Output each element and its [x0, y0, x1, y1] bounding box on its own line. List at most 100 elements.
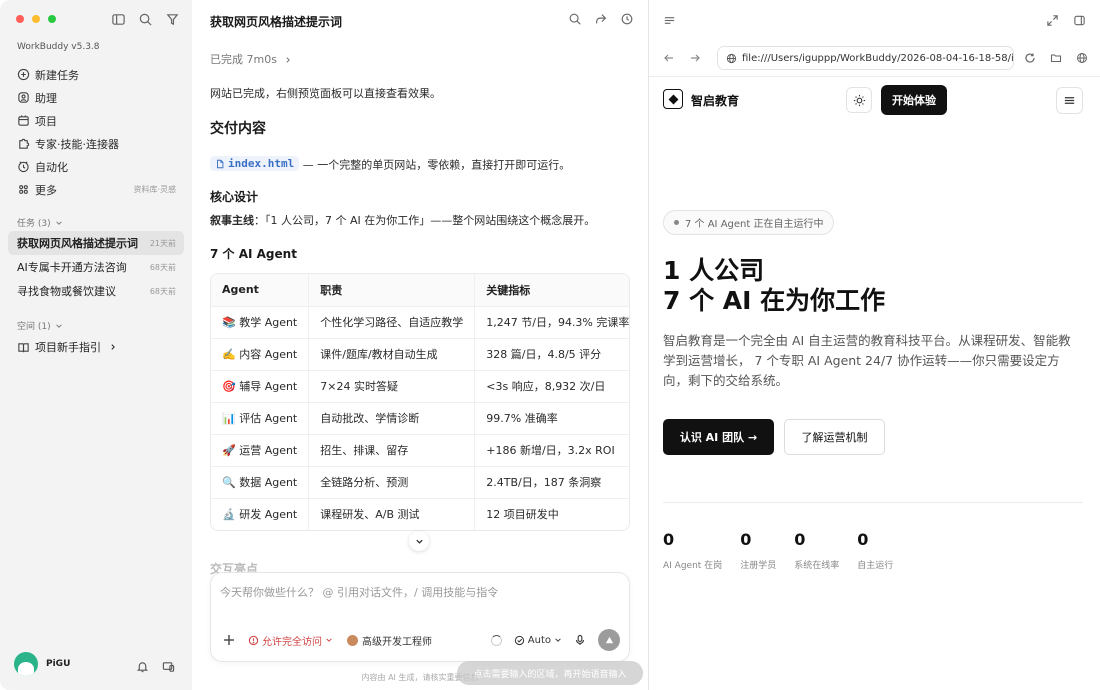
tasks-header[interactable]: 任务 (3): [17, 216, 63, 229]
composer-placeholder[interactable]: 今天帮你做些什么？ @ 引用对话文件，/ 调用技能与指令: [220, 584, 498, 600]
share-icon[interactable]: [594, 12, 608, 26]
learn-operations-button[interactable]: 了解运营机制: [784, 419, 885, 455]
nav-assistant[interactable]: 助理: [8, 86, 184, 109]
assistant-icon: [17, 91, 30, 104]
sidebar-toolbar: [111, 12, 180, 27]
microphone-icon[interactable]: [574, 634, 586, 646]
task-title: 获取网页风格描述提示词: [17, 237, 138, 250]
permission-selector[interactable]: 允许完全访问: [248, 633, 333, 648]
sidebar-nav: 新建任务 助理 项目 专家·技能·连接器 自动化 更多 资料库·灵感: [8, 63, 184, 201]
table-header-row: Agent 职责 关键指标: [211, 274, 629, 307]
table-cell: 7×24 实时答疑: [308, 370, 476, 403]
nav-automation[interactable]: 自动化: [8, 155, 184, 178]
globe-icon[interactable]: [1076, 52, 1088, 64]
table-cell: 全链路分析、预测: [308, 466, 476, 499]
model-label: Auto: [527, 634, 551, 646]
completion-status[interactable]: 已完成 7m0s: [210, 51, 630, 67]
menu-lines-icon[interactable]: [663, 14, 676, 27]
permission-label: 允许完全访问: [262, 636, 322, 648]
hamburger-menu-button[interactable]: [1056, 87, 1083, 114]
task-time: 68天前: [149, 262, 176, 272]
agent-role-label: 高级开发工程师: [362, 636, 432, 648]
task-list: 获取网页风格描述提示词 21天前 AI专属卡开通方法咨询 68天前 寻找食物或餐…: [8, 231, 184, 303]
agent-role-selector[interactable]: 高级开发工程师: [347, 633, 432, 648]
table-cell: ✍️ 内容 Agent: [211, 338, 310, 371]
chevron-down-icon: [325, 636, 333, 644]
minimize-window-button[interactable]: [32, 15, 40, 23]
search-icon[interactable]: [138, 12, 153, 27]
deliverables-heading: 交付内容: [210, 121, 266, 137]
nav-experts-skills[interactable]: 专家·技能·连接器: [8, 132, 184, 155]
chat-toolbar: [568, 12, 634, 26]
model-icon: [514, 635, 525, 646]
stat-value: 0: [663, 530, 675, 549]
start-experience-button[interactable]: 开始体验: [881, 85, 947, 115]
message-composer[interactable]: 今天帮你做些什么？ @ 引用对话文件，/ 调用技能与指令 允许完全访问 高级开发…: [210, 572, 630, 662]
status-badge: 7 个 AI Agent 正在自主运行中: [663, 210, 835, 235]
space-header[interactable]: 空间 (1): [17, 319, 63, 332]
bell-icon[interactable]: [136, 660, 149, 673]
sun-icon: [853, 94, 866, 107]
address-bar-row: file:///Users/iguppp/WorkBuddy/2026-08-0…: [663, 46, 1088, 70]
meet-ai-team-button[interactable]: 认识 AI 团队 →: [663, 419, 774, 455]
maximize-window-button[interactable]: [48, 15, 56, 23]
sidebar-toggle-icon[interactable]: [111, 12, 126, 27]
file-link[interactable]: index.html: [210, 156, 300, 171]
task-item[interactable]: 获取网页风格描述提示词 21天前: [8, 231, 184, 255]
scroll-to-bottom-button[interactable]: [409, 531, 429, 551]
site-logo-icon[interactable]: [663, 89, 683, 109]
close-window-button[interactable]: [16, 15, 24, 23]
add-attachment-icon[interactable]: [222, 633, 236, 647]
nav-more[interactable]: 更多 资料库·灵感: [8, 178, 184, 201]
table-cell: 自动批改、学情诊断: [308, 402, 476, 435]
chevron-down-icon: [554, 636, 562, 644]
devices-icon[interactable]: [162, 660, 175, 673]
hero-line-1: 1 人公司: [663, 256, 765, 285]
user-profile[interactable]: PiGU: [14, 652, 70, 676]
space-item-guide[interactable]: 项目新手指引: [17, 339, 117, 355]
forward-arrow-icon[interactable]: [689, 52, 701, 64]
back-arrow-icon[interactable]: [663, 52, 675, 64]
narrative-line: 叙事主线：「1 人公司，7 个 AI 在为你工作」——整个网站围绕这个概念展开。: [210, 212, 630, 228]
table-cell: 📚 教学 Agent: [211, 306, 310, 339]
table-row: ✍️ 内容 Agent 课件/题库/教材自动生成 328 篇/日，4.8/5 评分: [211, 338, 629, 371]
task-time: 68天前: [149, 286, 176, 296]
narrative-label: 叙事主线: [210, 213, 254, 227]
nav-label: 更多: [35, 183, 57, 197]
history-icon[interactable]: [620, 12, 634, 26]
arrow-up-icon: [604, 635, 615, 646]
nav-projects[interactable]: 项目: [8, 109, 184, 132]
message-content: 已完成 7m0s 网站已完成，右侧预览面板可以直接查看效果。 交付内容 inde…: [210, 44, 630, 262]
stat-item: 0 自主运行: [857, 531, 894, 572]
chevron-down-icon: [415, 537, 424, 546]
space-item-label: 项目新手指引: [35, 341, 101, 354]
panel-toggle-icon[interactable]: [1073, 14, 1086, 27]
user-actions: [136, 660, 175, 673]
table-cell: 招生、排课、留存: [308, 434, 476, 467]
chevron-right-icon: [109, 343, 117, 351]
chevron-down-icon: [55, 219, 63, 227]
expand-icon[interactable]: [1046, 14, 1059, 27]
folder-icon[interactable]: [1050, 52, 1062, 64]
refresh-icon[interactable]: [1024, 52, 1036, 64]
theme-toggle-button[interactable]: [846, 87, 872, 113]
task-time: 21天前: [149, 238, 176, 248]
section-divider: [663, 502, 1083, 503]
filter-icon[interactable]: [165, 12, 180, 27]
send-button[interactable]: [598, 629, 620, 651]
composer-right-controls: Auto: [490, 629, 620, 651]
task-item[interactable]: 寻找食物或餐饮建议 68天前: [8, 279, 184, 303]
tasks-header-label: 任务 (3): [17, 219, 51, 229]
table-cell: 12 项目研发中: [486, 508, 559, 522]
stat-label: 自主运行: [857, 561, 894, 571]
url-field[interactable]: file:///Users/iguppp/WorkBuddy/2026-08-0…: [717, 46, 1014, 70]
table-cell: +186 新增/日，3.2x ROI: [474, 434, 629, 467]
user-name: PiGU: [46, 659, 71, 669]
model-selector[interactable]: Auto: [514, 635, 562, 646]
task-item[interactable]: AI专属卡开通方法咨询 68天前: [8, 255, 184, 279]
clock-icon: [17, 160, 30, 173]
stat-value: 0: [740, 530, 752, 549]
site-name[interactable]: 智启教育: [691, 92, 739, 109]
search-icon[interactable]: [568, 12, 582, 26]
nav-new-task[interactable]: 新建任务: [8, 63, 184, 86]
